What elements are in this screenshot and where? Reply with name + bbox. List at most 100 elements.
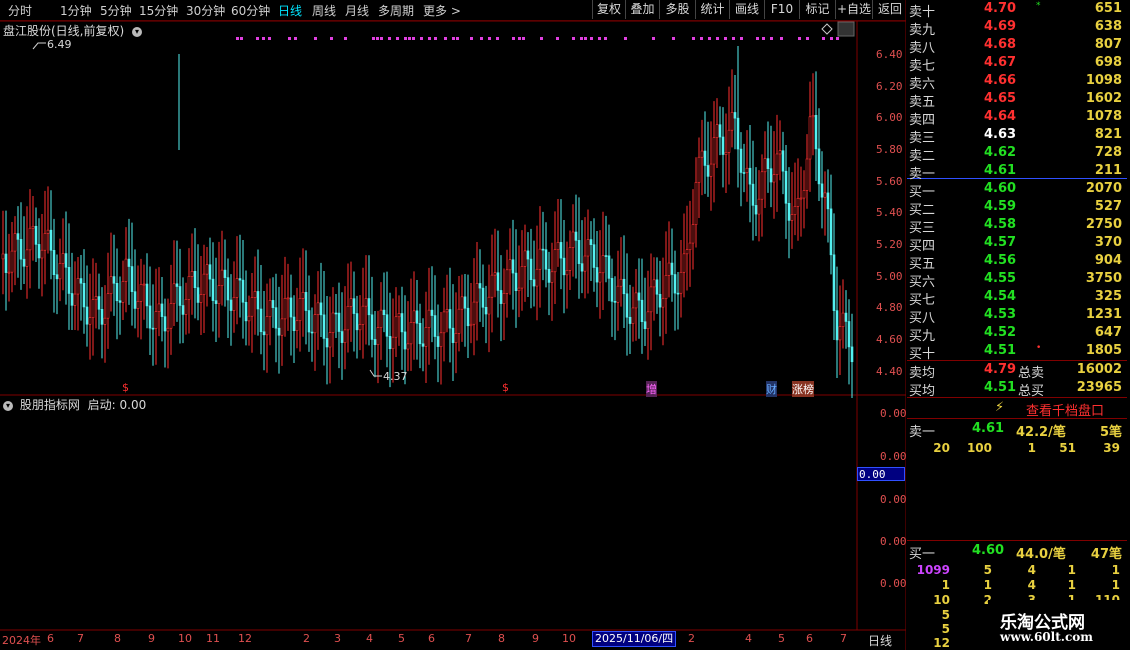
candle-body <box>220 269 224 286</box>
candle-body <box>457 308 461 334</box>
period-indicator[interactable]: 日线 <box>868 632 892 649</box>
candle-body <box>217 285 221 304</box>
signal-dot <box>822 37 825 40</box>
main-chart-title[interactable]: 盘江股份(日线,前复权) ▾ <box>3 22 145 39</box>
candle-body <box>301 292 305 299</box>
signal-dot <box>288 37 291 40</box>
price-tick: 5.80 <box>876 143 903 156</box>
ask-row[interactable]: 卖七 4.67 698 <box>908 55 1126 74</box>
candle-body <box>22 258 26 267</box>
chevron-down-icon[interactable]: ▾ <box>3 401 13 411</box>
candle-body <box>838 326 842 341</box>
ask-row[interactable]: 卖十 4.70 * 651 <box>908 1 1126 20</box>
candle-body <box>139 284 143 302</box>
candle-body <box>793 206 797 215</box>
signal-dot <box>376 37 379 40</box>
ask-row[interactable]: 卖八 4.68 807 <box>908 37 1126 56</box>
indicator-title[interactable]: ▾ 股朋指标网 启动: 0.00 <box>3 396 146 413</box>
candle-body <box>706 165 710 177</box>
signal-dot <box>330 37 333 40</box>
time-label: 3 <box>334 632 341 645</box>
view-depth-link[interactable]: 查看千档盘口 <box>1026 400 1104 419</box>
candle-body <box>826 192 830 210</box>
candle-body <box>742 172 746 174</box>
total-buy-label: 总买 <box>1018 384 1045 399</box>
signal-dot <box>240 37 243 40</box>
candle-body <box>175 283 179 287</box>
ask-row[interactable]: 卖一 4.61 211 <box>908 163 1126 182</box>
signal-dot <box>268 37 271 40</box>
signal-dot <box>652 37 655 40</box>
ask-row[interactable]: 卖四 4.64 1078 <box>908 109 1126 128</box>
queue-item: 39 <box>1103 441 1120 455</box>
bid-row[interactable]: 买七 4.54 325 <box>908 289 1126 308</box>
ask-row[interactable]: 卖五 4.65 1602 <box>908 91 1126 110</box>
candle-body <box>592 244 596 268</box>
candle-body <box>31 225 35 229</box>
queue-item: 100 <box>966 441 992 455</box>
dividend-marker[interactable]: $ <box>122 381 129 394</box>
candle-body <box>790 214 794 221</box>
candle-body <box>466 307 470 327</box>
signal-dot <box>408 37 411 40</box>
level-price: 4.69 <box>984 19 1017 34</box>
bid-row[interactable]: 买十 4.51 • 1805 <box>908 343 1126 362</box>
time-label: 10 <box>562 632 576 645</box>
candle-body <box>505 269 509 294</box>
candle-body <box>544 249 548 270</box>
dividend-marker[interactable]: $ <box>502 381 509 394</box>
candle-body <box>388 336 392 350</box>
candle-body <box>316 302 320 315</box>
candle-body <box>367 298 371 316</box>
bid-row[interactable]: 买八 4.53 1231 <box>908 307 1126 326</box>
candle-body <box>271 300 275 308</box>
finance-marker[interactable]: 财 <box>766 381 777 397</box>
signal-dot <box>522 37 525 40</box>
bid-row[interactable]: 买四 4.57 370 <box>908 235 1126 254</box>
candle-body <box>511 259 515 274</box>
signal-dot <box>806 37 809 40</box>
bid-row[interactable]: 买一 4.60 2070 <box>908 181 1126 200</box>
queue-item: 1 <box>1111 563 1120 577</box>
candle-body <box>526 250 530 260</box>
signal-dot <box>708 37 711 40</box>
ask-row[interactable]: 卖六 4.66 1098 <box>908 73 1126 92</box>
chevron-down-icon[interactable]: ▾ <box>132 27 143 37</box>
candle-body <box>145 283 149 307</box>
candle-body <box>133 291 137 309</box>
signal-dot <box>452 37 455 40</box>
bid-row[interactable]: 买三 4.58 2750 <box>908 217 1126 236</box>
signal-dot <box>496 37 499 40</box>
level-volume: 370 <box>1094 235 1122 250</box>
ask-row[interactable]: 卖九 4.69 638 <box>908 19 1126 38</box>
candle-body <box>274 307 278 329</box>
candle-body <box>97 296 101 310</box>
ask-row[interactable]: 卖二 4.62 728 <box>908 145 1126 164</box>
candle-body <box>196 287 200 303</box>
bid-row[interactable]: 买六 4.55 3750 <box>908 271 1126 290</box>
level-price: 4.52 <box>984 325 1017 340</box>
ask-row[interactable]: 卖三 4.63 821 <box>908 127 1126 146</box>
signal-dot <box>604 37 607 40</box>
sell1-price: 4.61 <box>972 421 1005 436</box>
signal-dot <box>372 37 375 40</box>
candle-body <box>397 313 401 318</box>
candle-body <box>463 296 467 309</box>
candle-body <box>154 311 158 329</box>
candle-body <box>565 270 569 276</box>
low-marker-line <box>369 369 382 377</box>
top-gainer-marker[interactable]: 涨榜 <box>792 381 814 397</box>
kline-chart[interactable] <box>0 0 906 650</box>
candle-body <box>631 307 635 324</box>
increase-marker[interactable]: 增 <box>646 381 657 397</box>
candle-body <box>538 248 542 270</box>
price-tick: 4.60 <box>876 333 903 346</box>
candle-body <box>349 298 353 307</box>
candle-body <box>607 255 611 279</box>
total-sell-label: 总卖 <box>1018 366 1045 381</box>
bid-row[interactable]: 买二 4.59 527 <box>908 199 1126 218</box>
bid-row[interactable]: 买五 4.56 904 <box>908 253 1126 272</box>
candle-body <box>520 266 524 289</box>
candle-body <box>49 229 53 251</box>
bid-row[interactable]: 买九 4.52 647 <box>908 325 1126 344</box>
